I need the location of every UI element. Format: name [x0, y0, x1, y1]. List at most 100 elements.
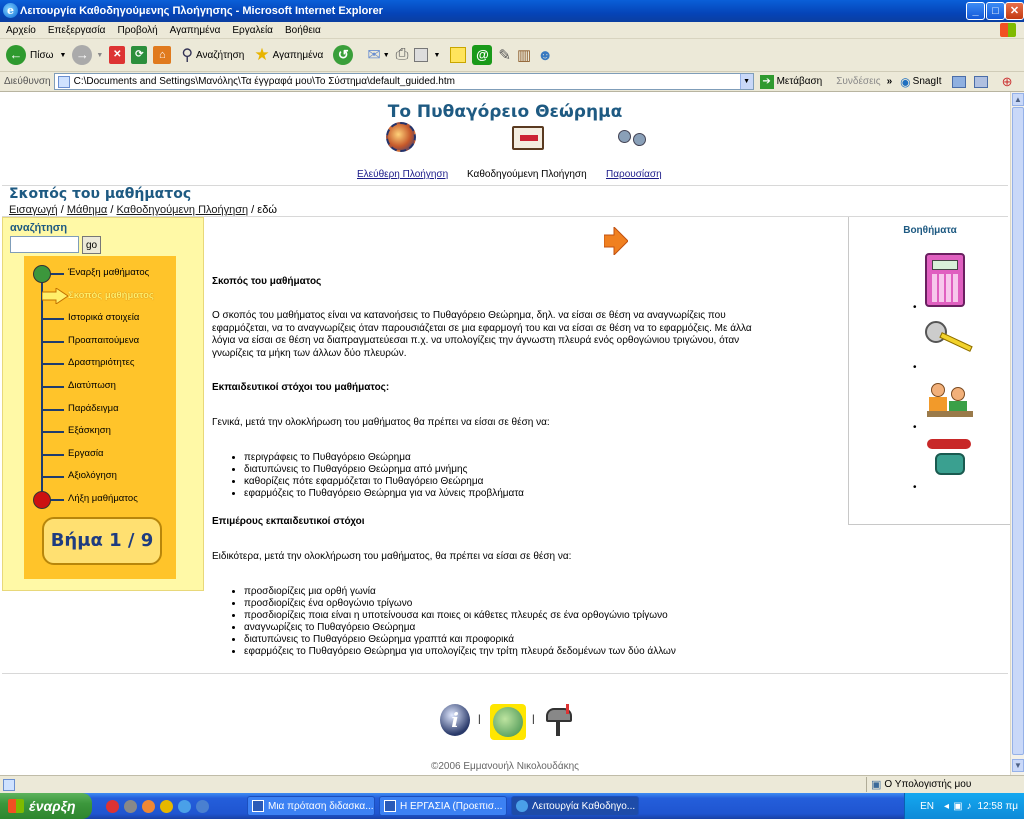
menu-file[interactable]: Αρχείο — [6, 25, 36, 36]
aids-bullet: • — [913, 302, 917, 313]
students-icon[interactable] — [927, 377, 973, 421]
step-item[interactable]: Παράδειγμα — [68, 403, 119, 414]
search-input[interactable] — [10, 236, 79, 253]
breadcrumb-lesson[interactable]: Μάθημα — [67, 204, 107, 216]
nav-presentation[interactable]: Παρουσίαση — [606, 169, 662, 180]
chevron-right-icon[interactable]: » — [887, 76, 893, 87]
messenger-button[interactable]: @ — [472, 45, 493, 65]
mail-button[interactable]: ✉ ▼ — [367, 45, 389, 65]
task-item-proposal[interactable]: Μια πρόταση διδασκα... — [247, 796, 375, 816]
info-icon[interactable]: i — [440, 704, 470, 736]
forward-button[interactable]: → ▼ — [72, 45, 103, 65]
step-item[interactable]: Λήξη μαθήματος — [68, 493, 138, 504]
breadcrumb-intro[interactable]: Εισαγωγή — [9, 204, 58, 216]
home-button[interactable]: ⌂ — [153, 46, 172, 64]
menu-edit[interactable]: Επεξεργασία — [48, 25, 106, 36]
notes-button[interactable] — [450, 47, 467, 63]
print-button[interactable]: ⎙ — [396, 46, 409, 64]
web-globe-icon[interactable] — [490, 704, 526, 740]
globe-icon[interactable] — [386, 122, 416, 152]
chevron-down-icon[interactable]: ▼ — [59, 52, 66, 59]
favorites-button[interactable]: ★ Αγαπημένα — [254, 45, 323, 65]
stop-button[interactable]: ✕ — [109, 46, 126, 64]
nav-free-navigation[interactable]: Ελεύθερη Πλοήγηση — [357, 169, 448, 180]
app-icon[interactable] — [160, 799, 173, 813]
snagit-button[interactable]: ◉ SnagIt — [900, 75, 941, 89]
address-input[interactable]: C:\Documents and Settings\Μανόλης\Τα έγγ… — [53, 73, 754, 90]
book-icon[interactable] — [512, 126, 544, 150]
ie-icon[interactable] — [178, 799, 191, 813]
research-button[interactable]: ✎ — [498, 46, 511, 64]
edit-button[interactable]: ▼ — [414, 48, 440, 62]
refresh-button[interactable]: ⟳ — [131, 46, 148, 64]
step-counter: Βήμα 1 / 9 — [42, 517, 162, 565]
menu-help[interactable]: Βοήθεια — [285, 25, 321, 36]
window-title-bar[interactable]: e Λειτουργία Καθοδηγούμενης Πλοήγησης - … — [0, 0, 1024, 22]
chevron-down-icon[interactable]: ▼ — [433, 52, 440, 59]
menu-favorites[interactable]: Αγαπημένα — [170, 25, 221, 36]
history-icon: ↺ — [333, 45, 354, 65]
capture-window-icon[interactable] — [973, 75, 988, 88]
scrollbar-thumb[interactable] — [1012, 107, 1024, 755]
firefox-icon[interactable] — [142, 799, 155, 813]
close-button[interactable]: ✕ — [1005, 2, 1024, 20]
vertical-scrollbar[interactable]: ▲ ▼ — [1010, 92, 1024, 775]
step-item[interactable]: Σκοπός μαθήματος — [68, 290, 154, 301]
next-arrow-icon[interactable] — [603, 225, 629, 257]
paragraph-sub-objectives: Ειδικότερα, μετά την ολοκλήρωση του μαθή… — [212, 551, 572, 562]
menu-view[interactable]: Προβολή — [117, 25, 157, 36]
search-go-button[interactable]: go — [82, 236, 101, 254]
history-button[interactable]: ↺ — [333, 45, 354, 65]
breadcrumb-guided[interactable]: Καθοδηγούμενη Πλοήγηση — [116, 204, 248, 216]
mailbox-icon[interactable] — [542, 704, 578, 738]
menu-tools[interactable]: Εργαλεία — [232, 25, 273, 36]
step-connector — [42, 318, 64, 320]
minimize-button[interactable]: _ — [966, 2, 985, 20]
media-icon[interactable] — [106, 799, 119, 813]
breadcrumb-separator: / — [110, 204, 114, 216]
tray-icon[interactable]: ◂ — [944, 801, 949, 812]
links-label[interactable]: Συνδέσεις — [836, 76, 880, 87]
search-label: αναζήτηση — [10, 222, 68, 234]
calculator-icon[interactable] — [925, 253, 965, 307]
snagit-icon: ◉ — [900, 74, 911, 89]
step-item[interactable]: Εργασία — [68, 448, 103, 459]
network-icon[interactable]: ▣ — [953, 801, 962, 812]
maximize-button[interactable]: □ — [986, 2, 1005, 20]
back-button[interactable]: ← Πίσω ▼ — [6, 45, 66, 65]
start-button[interactable]: έναρξη — [0, 793, 92, 819]
step-item[interactable]: Διατύπωση — [68, 380, 116, 391]
search-button[interactable]: ⚲ Αναζήτηση — [181, 45, 244, 65]
computer-icon: ▣ — [871, 779, 882, 791]
page-viewport: Το Πυθαγόρειο Θεώρημα Ελεύθερη Πλοήγηση … — [0, 92, 1010, 775]
status-bar: ▣ Ο Υπολογιστής μου — [0, 775, 1024, 793]
step-connector — [42, 409, 64, 411]
volume-icon[interactable]: ♪ — [967, 801, 972, 812]
task-item-browser[interactable]: Λειτουργία Καθοδηγο... — [511, 796, 639, 816]
binoculars-icon[interactable] — [618, 130, 648, 146]
app-icon[interactable] — [124, 799, 137, 813]
step-item[interactable]: Εξάσκηση — [68, 425, 111, 436]
language-indicator[interactable]: EN — [920, 801, 934, 812]
library-button[interactable]: ▥ — [517, 46, 531, 64]
chevron-down-icon[interactable]: ▼ — [739, 74, 753, 89]
people-button[interactable]: ☻ — [537, 47, 553, 64]
task-item-ergasia[interactable]: Η ΕΡΓΑΣΙΑ (Προεπισ... — [379, 796, 507, 816]
scroll-down-button[interactable]: ▼ — [1012, 759, 1024, 772]
desktop-icon[interactable] — [196, 799, 209, 813]
chevron-down-icon[interactable]: ▼ — [383, 52, 390, 59]
capture-icon[interactable] — [951, 75, 966, 88]
task-label: Η ΕΡΓΑΣΙΑ (Προεπισ... — [400, 800, 503, 812]
aids-panel: Βοηθήματα • • • • — [848, 217, 1010, 525]
scroll-up-button[interactable]: ▲ — [1012, 93, 1024, 106]
step-item[interactable]: Προαπαιτούμενα — [68, 335, 139, 346]
step-item[interactable]: Ιστορικά στοιχεία — [68, 312, 139, 323]
go-button[interactable]: ➔ Μετάβαση — [759, 74, 822, 89]
step-item[interactable]: Έναρξη μαθήματος — [68, 267, 149, 278]
section-title: Σκοπός του μαθήματος — [9, 186, 192, 202]
step-item[interactable]: Δραστηριότητες — [68, 357, 134, 368]
translate-icon[interactable]: ⊕ — [1002, 74, 1013, 90]
telephone-icon[interactable] — [927, 439, 973, 479]
tape-measure-icon[interactable] — [925, 321, 973, 359]
step-item[interactable]: Αξιολόγηση — [68, 470, 117, 481]
